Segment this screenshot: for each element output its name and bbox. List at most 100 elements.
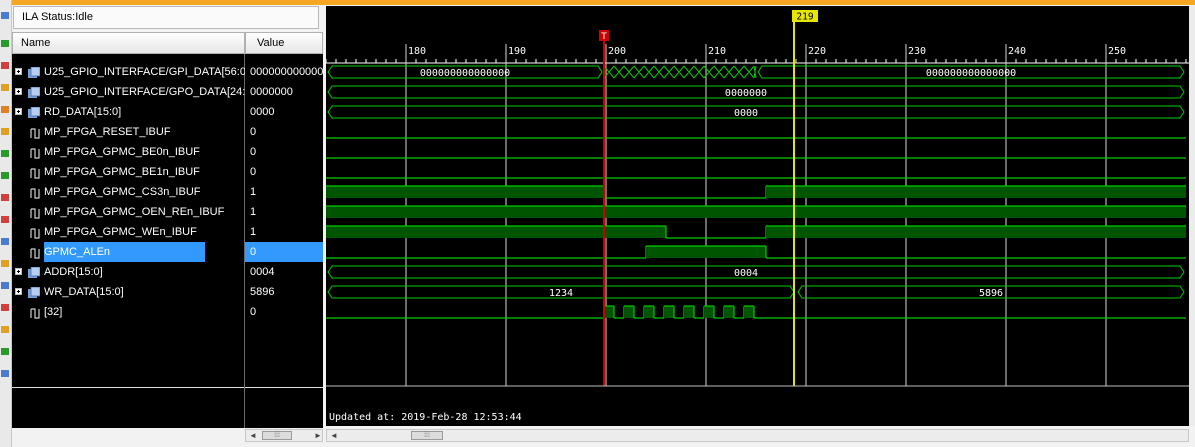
previous-transition-icon[interactable] [1, 106, 9, 113]
add-marker-icon[interactable] [1, 238, 9, 245]
column-header-value[interactable]: Value [245, 32, 323, 54]
zoom-in-icon[interactable] [1, 40, 9, 47]
signal-value[interactable]: 5896 [245, 282, 323, 302]
stop-trigger-icon[interactable] [1, 194, 9, 201]
signal-row[interactable]: [32] [12, 302, 244, 322]
signal-value[interactable]: 0 [245, 242, 323, 262]
bit-signal-icon [30, 246, 42, 259]
panel-separator [12, 387, 244, 388]
next-transition-icon[interactable] [1, 128, 9, 135]
signal-name: U25_GPIO_INTERFACE/GPO_DATA[24:0] [44, 86, 255, 98]
bit-signal-icon [30, 146, 42, 159]
bus-value-label: 000000000000000 [420, 68, 510, 79]
waveform-viewer[interactable]: 180 190 200 210 220 230 240 250 000000000000000 0… [325, 6, 1189, 426]
bus-signal-icon [28, 66, 41, 78]
signal-row[interactable]: MP_FPGA_GPMC_BE0n_IBUF [12, 142, 244, 162]
expand-bus-icon[interactable] [15, 68, 22, 75]
signal-value[interactable]: 0 [245, 142, 323, 162]
signal-name: MP_FPGA_RESET_IBUF [44, 126, 171, 138]
bus-transition-region [603, 65, 757, 79]
signal-value[interactable]: 0000 [245, 102, 323, 122]
signal-value[interactable]: 0004 [245, 262, 323, 282]
zoom-fit-icon[interactable] [1, 12, 9, 19]
signal-row[interactable]: WR_DATA[15:0] [12, 282, 244, 302]
signal-row[interactable]: MP_FPGA_GPMC_BE1n_IBUF [12, 162, 244, 182]
signal-name: MP_FPGA_GPMC_OEN_REn_IBUF [44, 206, 225, 218]
updated-timestamp: Updated at: 2019-Feb-28 12:53:44 [329, 412, 522, 423]
time-tick-label: 230 [908, 46, 926, 57]
signal-row[interactable]: ADDR[15:0] [12, 262, 244, 282]
signal-value[interactable]: 000000000000000 [245, 62, 323, 82]
time-tick-label: 240 [1008, 46, 1026, 57]
signal-value[interactable]: 0 [245, 162, 323, 182]
signal-value[interactable]: 0 [245, 122, 323, 142]
panel-separator [245, 387, 323, 388]
expand-bus-icon[interactable] [15, 108, 22, 115]
signal-value[interactable]: 1 [245, 222, 323, 242]
expand-bus-icon[interactable] [15, 288, 22, 295]
bit-signal-icon [30, 166, 42, 179]
scroll-left-arrow-icon[interactable]: ◄ [249, 430, 257, 441]
signal-row[interactable]: MP_FPGA_GPMC_CS3n_IBUF [12, 182, 244, 202]
expand-bus-icon[interactable] [15, 268, 22, 275]
expand-bus-icon[interactable] [15, 88, 22, 95]
bus-value-label: 0000000 [725, 88, 767, 99]
signal-row[interactable]: U25_GPIO_INTERFACE/GPO_DATA[24:0] [12, 82, 255, 102]
bit-high-fill [766, 186, 1186, 198]
toolbar-vertical [0, 0, 12, 447]
go-to-cursor-icon[interactable] [1, 84, 9, 91]
bus-signal-icon [28, 286, 41, 298]
bus-value-label: 000000000000000 [926, 68, 1016, 79]
run-trigger-icon[interactable] [1, 150, 9, 157]
export-icon[interactable] [1, 304, 9, 311]
signal-row[interactable]: U25_GPIO_INTERFACE/GPI_DATA[56:0] [12, 62, 249, 82]
scroll-right-arrow-icon[interactable]: ► [314, 430, 322, 441]
signal-name: [32] [44, 306, 63, 318]
bus-signal-icon [28, 266, 41, 278]
expand-icon[interactable] [1, 348, 9, 355]
bit-high-fill [624, 306, 634, 318]
signal-row[interactable]: MP_FPGA_GPMC_WEn_IBUF [12, 222, 244, 242]
waveform-horizontal-scrollbar[interactable]: ◄ ⁞⁞⁞ [326, 429, 1189, 442]
signal-value[interactable]: 0 [245, 302, 323, 322]
signal-name-list[interactable]: U25_GPIO_INTERFACE/GPI_DATA[56:0] U25_GPI… [12, 54, 255, 428]
bit-high-fill [326, 206, 1186, 218]
signal-row[interactable]: MP_FPGA_RESET_IBUF [12, 122, 244, 142]
ila-status: ILA Status:Idle [13, 6, 319, 29]
signal-row[interactable]: GPMC_ALEn [12, 242, 244, 262]
column-header-name[interactable]: Name [12, 32, 245, 54]
ila-status-text: ILA Status:Idle [22, 11, 93, 23]
signal-name: GPMC_ALEn [44, 242, 206, 262]
collapse-icon[interactable] [1, 370, 9, 377]
delete-marker-icon[interactable] [1, 216, 9, 223]
signal-value-list[interactable]: 0000000000000000000000000000011100004589… [245, 54, 323, 428]
signal-value[interactable]: 1 [245, 202, 323, 222]
signal-name: MP_FPGA_GPMC_BE0n_IBUF [44, 146, 200, 158]
signal-row[interactable]: MP_FPGA_GPMC_OEN_REn_IBUF [12, 202, 244, 222]
time-tick-label: 250 [1108, 46, 1126, 57]
bit-high-fill [664, 306, 674, 318]
bit-high-fill [704, 306, 714, 318]
values-horizontal-scrollbar[interactable]: ◄ ⁞⁞⁞ ► [245, 429, 323, 442]
cursor-icon[interactable] [1, 282, 9, 289]
wave-scroll-thumb[interactable]: ⁞⁞⁞ [411, 431, 443, 440]
run-immediate-icon[interactable] [1, 172, 9, 179]
signal-name: U25_GPIO_INTERFACE/GPI_DATA[56:0] [44, 66, 249, 78]
bit-signal-icon [30, 306, 42, 319]
signal-value[interactable]: 0000000 [245, 82, 323, 102]
signal-row[interactable]: RD_DATA[15:0] [12, 102, 244, 122]
zoom-out-icon[interactable] [1, 62, 9, 69]
waveform-vertical-scrollbar[interactable] [1189, 6, 1195, 426]
signal-value[interactable]: 1 [245, 182, 323, 202]
scroll-thumb[interactable]: ⁞⁞⁞ [262, 431, 292, 440]
waveform-canvas[interactable]: 180 190 200 210 220 230 240 250000000000000000 0… [325, 6, 1189, 426]
time-tick-label: 210 [708, 46, 726, 57]
bus-signal-icon [28, 106, 41, 118]
bit-high-fill [604, 306, 614, 318]
signal-name: ADDR[15:0] [44, 266, 103, 278]
time-tick-label: 180 [408, 46, 426, 57]
bit-high-fill [724, 306, 734, 318]
wave-scroll-left-arrow-icon[interactable]: ◄ [330, 430, 338, 441]
settings-icon[interactable] [1, 326, 9, 333]
swap-icon[interactable] [1, 260, 9, 267]
